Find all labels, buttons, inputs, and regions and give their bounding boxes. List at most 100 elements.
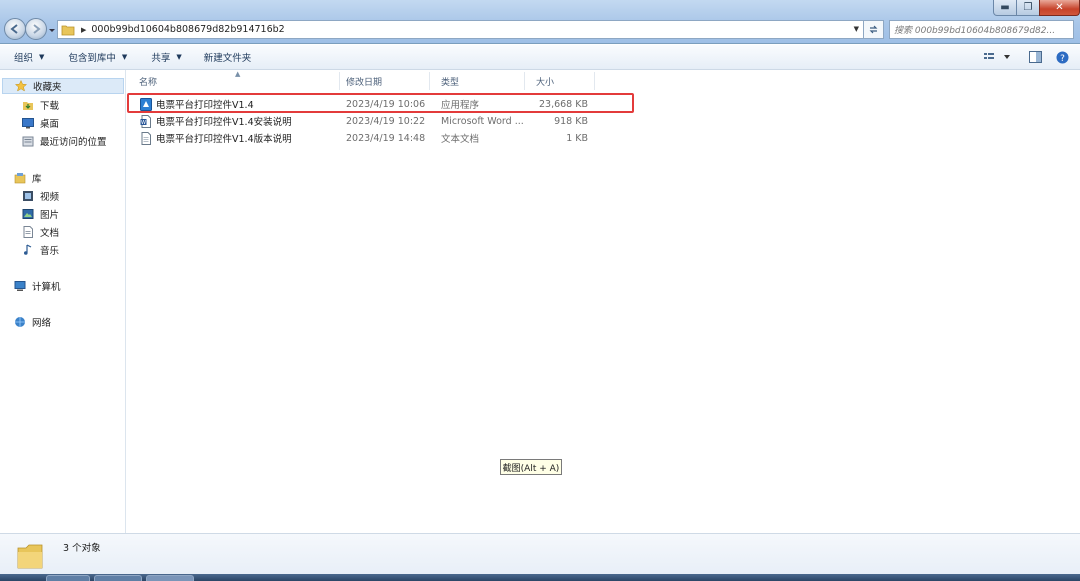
text-document-icon	[140, 131, 152, 145]
taskbar-button[interactable]	[146, 575, 194, 581]
search-input[interactable]: 搜索 000b99bd10604b808679d82...	[889, 20, 1074, 39]
column-header-size[interactable]: 大小	[524, 72, 595, 90]
file-row[interactable]: W 电票平台打印控件V1.4安装说明 2023/4/19 10:22 Micro…	[137, 113, 607, 129]
documents-icon	[22, 226, 34, 238]
chevron-down-icon: ▼	[39, 53, 45, 61]
highlight-annotation	[127, 93, 634, 113]
refresh-button[interactable]	[864, 20, 884, 39]
desktop-icon	[22, 117, 34, 129]
folder-icon	[17, 544, 43, 569]
file-list: 名称 ▲ 修改日期 类型 大小 电票平台打印控件V1.4 2023/4/19 1…	[127, 70, 1080, 533]
forward-button[interactable]	[25, 18, 47, 40]
preview-pane-icon	[1028, 51, 1042, 63]
column-header-name[interactable]: 名称 ▲	[127, 70, 340, 90]
new-folder-button[interactable]: 新建文件夹	[204, 50, 252, 64]
column-header-label: 修改日期	[346, 77, 383, 88]
svg-text:W: W	[141, 120, 146, 126]
file-size: 918 KB	[554, 115, 588, 127]
sidebar-item-downloads[interactable]: 下载	[22, 97, 59, 113]
organize-menu[interactable]: 组织 ▼	[14, 50, 44, 64]
sidebar-item-recent-places[interactable]: 最近访问的位置	[22, 133, 107, 149]
file-date: 2023/4/19 10:22	[346, 115, 426, 127]
file-name: 电票平台打印控件V1.4版本说明	[156, 134, 292, 145]
sidebar-item-label: 收藏夹	[33, 82, 62, 93]
computer-icon	[14, 280, 26, 292]
column-header-label: 名称	[139, 77, 158, 88]
sidebar-item-videos[interactable]: 视频	[22, 188, 59, 204]
svg-text:?: ?	[1060, 54, 1065, 64]
help-icon: ?	[1056, 51, 1068, 64]
refresh-icon	[869, 25, 878, 34]
sort-ascending-icon: ▲	[235, 70, 241, 78]
taskbar-button[interactable]	[46, 575, 90, 581]
library-icon	[14, 172, 26, 184]
sidebar-item-label: 音乐	[40, 246, 60, 257]
sidebar-item-label: 文档	[40, 228, 60, 239]
column-header-date[interactable]: 修改日期	[334, 72, 430, 90]
include-library-label: 包含到库中	[68, 53, 116, 64]
help-button[interactable]: ?	[1054, 49, 1070, 65]
column-header-label: 大小	[536, 77, 555, 88]
pictures-icon	[22, 208, 34, 220]
file-name-cell: 电票平台打印控件V1.4版本说明	[140, 130, 340, 146]
new-folder-label: 新建文件夹	[203, 53, 252, 64]
minimize-button[interactable]: ▬	[993, 0, 1017, 16]
music-note-icon	[22, 244, 34, 256]
status-bar: 3 个对象	[0, 533, 1080, 574]
sidebar-item-libraries[interactable]: 库	[14, 170, 42, 186]
share-menu[interactable]: 共享 ▼	[151, 50, 181, 64]
sidebar-item-pictures[interactable]: 图片	[22, 206, 59, 222]
breadcrumb-folder[interactable]: 000b99bd10604b808679d82b914716b2	[91, 24, 284, 35]
file-size: 1 KB	[566, 132, 588, 144]
recent-places-icon	[22, 135, 34, 147]
preview-pane-button[interactable]	[1027, 49, 1043, 65]
back-button[interactable]	[4, 18, 26, 40]
column-header-label: 类型	[441, 77, 460, 88]
organize-label: 组织	[14, 53, 34, 64]
window-titlebar: ▬ ❐ ✕ ▶ 000b99bd10604b808679d82b914716b2…	[0, 0, 1080, 44]
forward-arrow-icon	[33, 24, 41, 34]
chevron-down-icon: ▼	[121, 53, 128, 61]
sidebar-item-desktop[interactable]: 桌面	[22, 115, 59, 131]
downloads-folder-icon	[22, 99, 34, 111]
close-button[interactable]: ✕	[1039, 0, 1080, 16]
chevron-down-icon: ▼	[176, 53, 182, 61]
history-dropdown-icon[interactable]	[48, 25, 56, 35]
restore-icon: ❐	[1023, 2, 1033, 13]
screenshot-tooltip: 截图(Alt + A)	[500, 459, 562, 475]
video-icon	[22, 190, 34, 202]
sidebar-item-label: 库	[32, 174, 42, 185]
item-count: 3 个对象	[63, 543, 101, 554]
word-document-icon: W	[140, 114, 152, 128]
minimize-icon: ▬	[1000, 2, 1010, 13]
maximize-button[interactable]: ❐	[1016, 0, 1040, 16]
sidebar-item-label: 最近访问的位置	[40, 137, 107, 148]
folder-icon	[61, 25, 75, 35]
change-view-button[interactable]	[983, 49, 1013, 65]
taskbar-button[interactable]	[94, 575, 142, 581]
address-bar[interactable]: ▶ 000b99bd10604b808679d82b914716b2 ▼	[57, 20, 864, 39]
sidebar-item-computer[interactable]: 计算机	[14, 278, 61, 294]
view-options-icon	[984, 53, 1010, 59]
sidebar-item-label: 网络	[32, 318, 52, 329]
search-placeholder: 搜索 000b99bd10604b808679d82...	[894, 26, 1056, 36]
file-row[interactable]: 电票平台打印控件V1.4版本说明 2023/4/19 14:48 文本文档 1 …	[137, 130, 607, 146]
sidebar-item-favorites[interactable]: 收藏夹	[2, 78, 124, 94]
navigation-pane: 收藏夹 下载 桌面 最近访问的位置 库 视频 图片 文档 音乐 计算机 网络	[0, 70, 126, 533]
sidebar-item-music[interactable]: 音乐	[22, 242, 59, 258]
file-name-cell: W 电票平台打印控件V1.4安装说明	[140, 113, 340, 129]
include-library-menu[interactable]: 包含到库中 ▼	[68, 50, 127, 64]
file-name: 电票平台打印控件V1.4安装说明	[156, 117, 292, 128]
star-icon	[15, 80, 27, 92]
sidebar-item-documents[interactable]: 文档	[22, 224, 59, 240]
breadcrumb-arrow-icon[interactable]: ▶	[81, 26, 86, 34]
network-icon	[14, 316, 26, 328]
sidebar-item-network[interactable]: 网络	[14, 314, 51, 330]
command-bar: 组织 ▼ 包含到库中 ▼ 共享 ▼ 新建文件夹 ?	[0, 45, 1080, 70]
sidebar-item-label: 图片	[40, 210, 60, 221]
sidebar-item-label: 桌面	[40, 119, 60, 130]
address-dropdown-icon[interactable]: ▼	[854, 25, 859, 33]
column-header-type[interactable]: 类型	[429, 72, 525, 90]
close-icon: ✕	[1055, 2, 1064, 13]
back-arrow-icon	[10, 24, 18, 34]
